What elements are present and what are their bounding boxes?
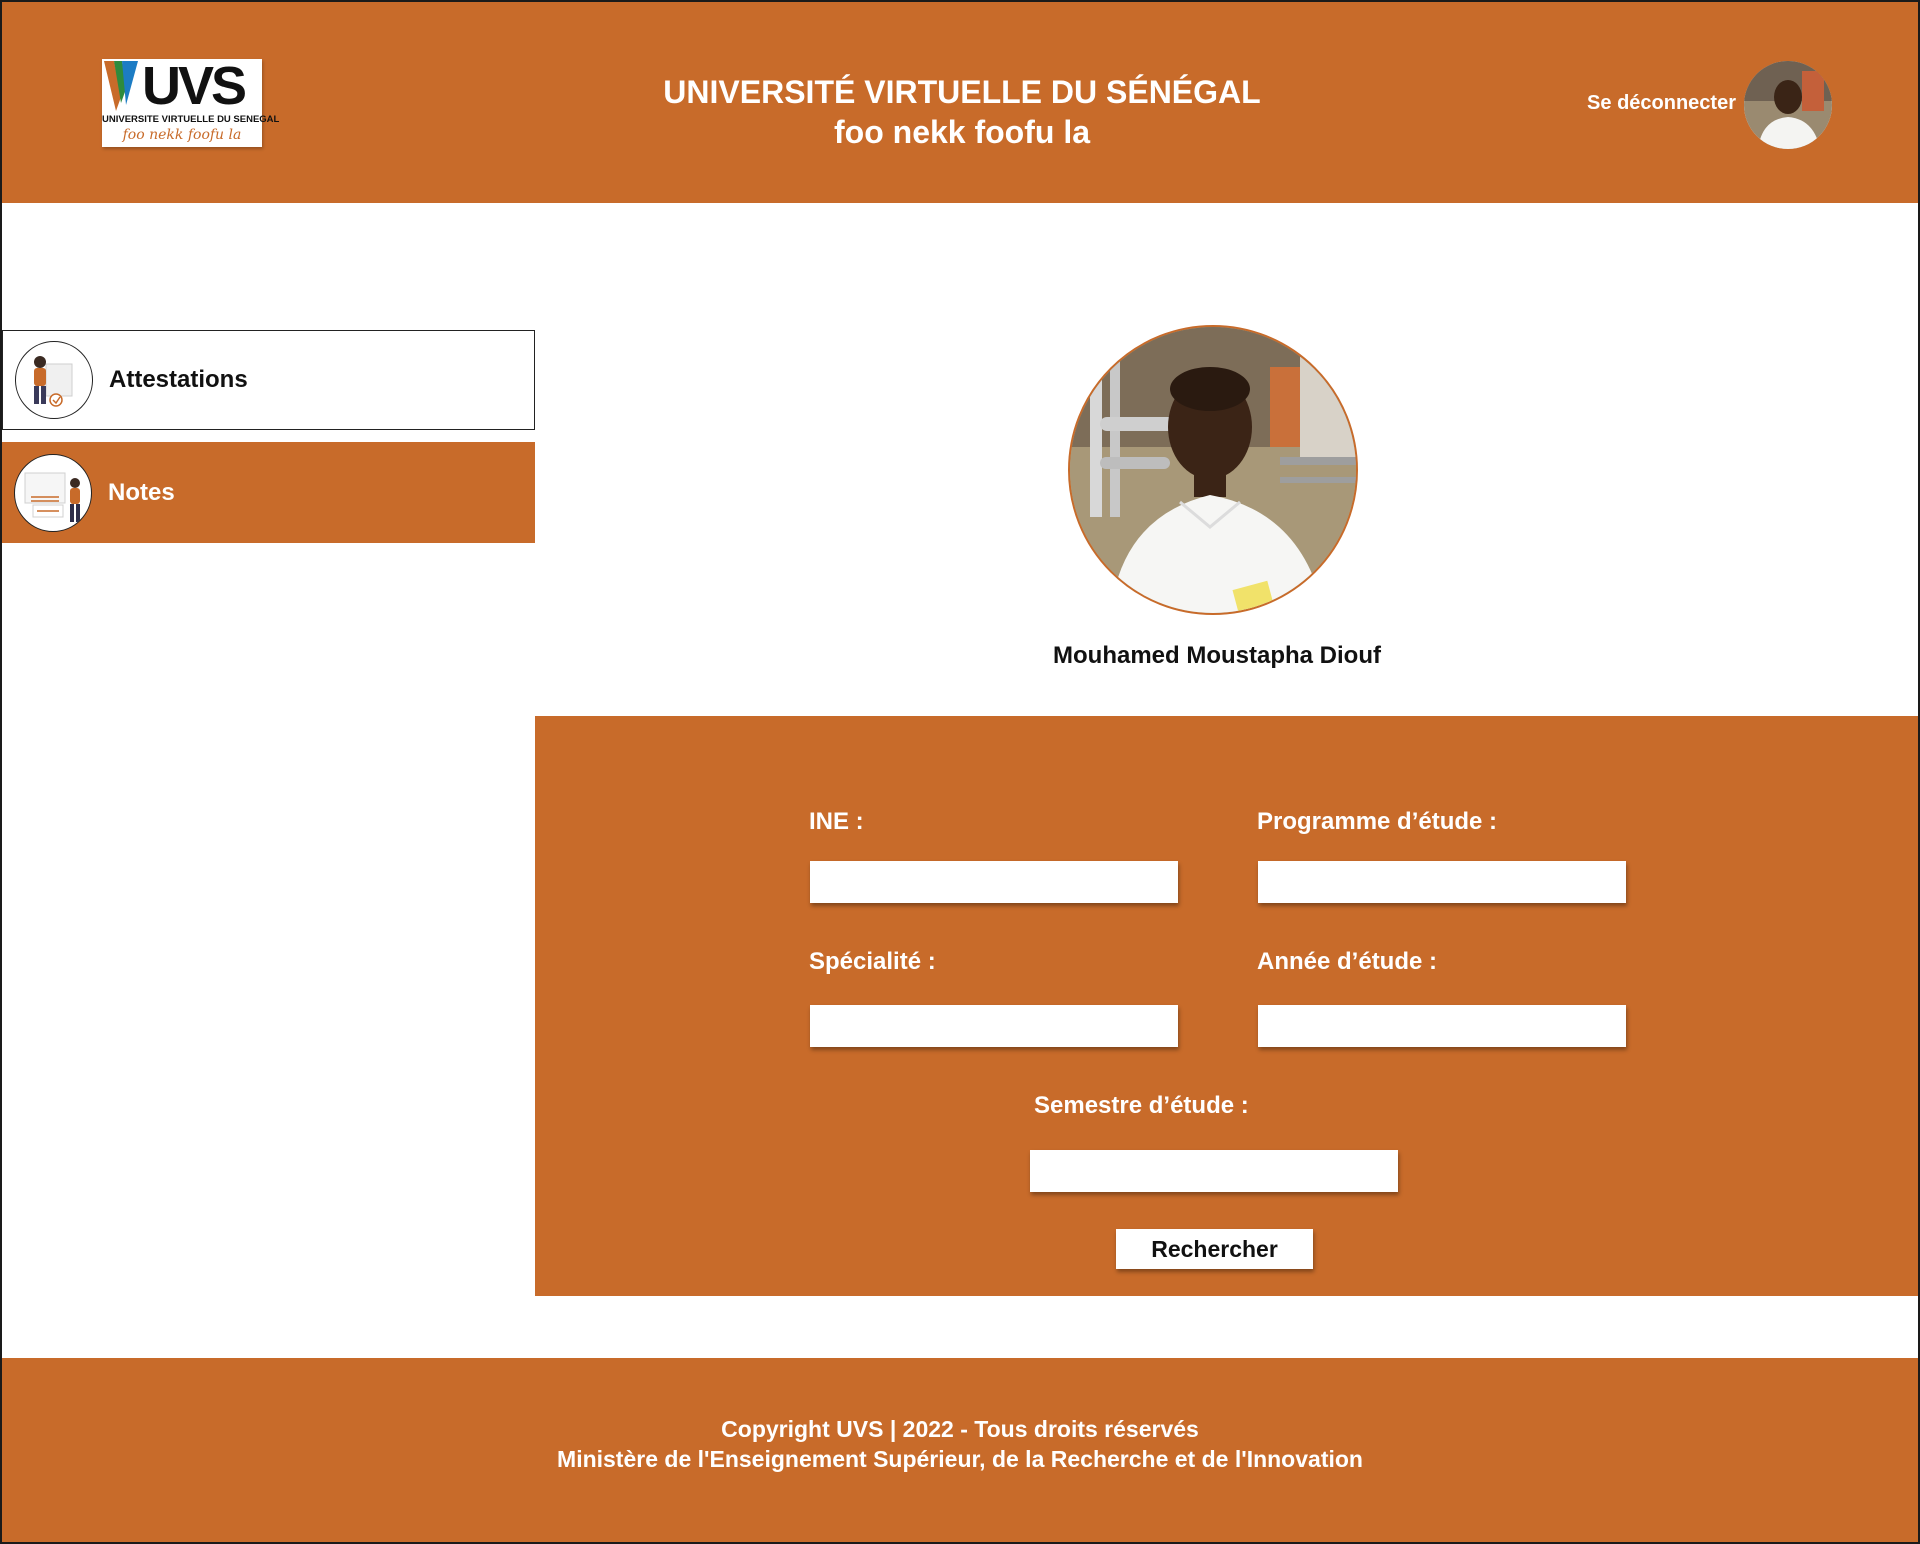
annee-input[interactable] — [1258, 1005, 1626, 1047]
annee-label: Année d’étude : — [1257, 948, 1438, 975]
uvs-logo[interactable]: UVS UNIVERSITE VIRTUELLE DU SENEGAL foo … — [102, 56, 280, 147]
attestation-illustration-icon — [15, 341, 93, 419]
programme-label: Programme d’étude : — [1257, 808, 1498, 835]
logo-motto: foo nekk foofu la — [122, 127, 242, 143]
user-photo-icon — [1070, 327, 1356, 613]
user-photo-icon — [1744, 61, 1832, 149]
profile-name: Mouhamed Moustapha Diouf — [1053, 642, 1381, 669]
search-form-panel: INE : Programme d’étude : Spécialité : A… — [535, 716, 1918, 1296]
ine-input[interactable] — [810, 861, 1178, 903]
semestre-label: Semestre d’étude : — [1034, 1092, 1249, 1119]
site-title: UNIVERSITÉ VIRTUELLE DU SÉNÉGAL foo nekk… — [562, 72, 1362, 152]
sidebar-item-notes[interactable]: Notes — [2, 442, 535, 543]
specialite-label: Spécialité : — [809, 948, 936, 975]
specialite-input[interactable] — [810, 1005, 1178, 1047]
footer-ministry: Ministère de l'Enseignement Supérieur, d… — [557, 1446, 1363, 1472]
sidebar-item-attestations[interactable]: Attestations — [2, 330, 535, 430]
site-header: UVS UNIVERSITE VIRTUELLE DU SENEGAL foo … — [2, 2, 1918, 203]
site-title-line2: foo nekk foofu la — [834, 114, 1090, 150]
notes-illustration-icon — [14, 453, 92, 532]
semestre-input[interactable] — [1030, 1150, 1398, 1192]
profile-photo — [1068, 325, 1358, 615]
logo-mark-icon — [104, 61, 138, 111]
search-button[interactable]: Rechercher — [1116, 1229, 1313, 1269]
logo-subtitle: UNIVERSITE VIRTUELLE DU SENEGAL — [102, 114, 280, 125]
avatar[interactable] — [1744, 61, 1832, 149]
footer-copyright: Copyright UVS | 2022 - Tous droits réser… — [721, 1416, 1199, 1442]
site-footer: Copyright UVS | 2022 - Tous droits réser… — [2, 1358, 1918, 1542]
sidebar-item-label: Attestations — [109, 366, 248, 393]
ine-label: INE : — [809, 808, 864, 835]
sidebar-item-label: Notes — [108, 478, 175, 506]
logout-link[interactable]: Se déconnecter — [1562, 92, 1736, 115]
site-title-line1: UNIVERSITÉ VIRTUELLE DU SÉNÉGAL — [663, 74, 1261, 110]
programme-input[interactable] — [1258, 861, 1626, 903]
logo-letters: UVS — [142, 56, 247, 116]
